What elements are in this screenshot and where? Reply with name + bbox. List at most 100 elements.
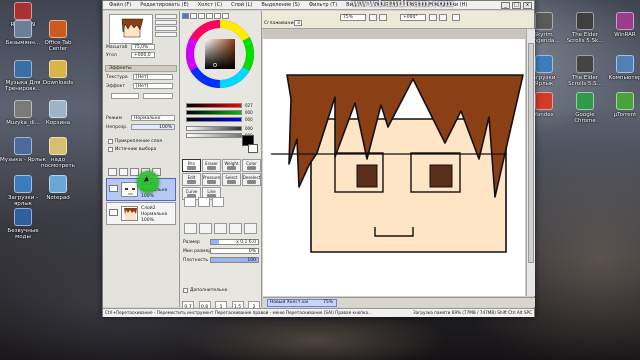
nav-reset-button[interactable] bbox=[155, 26, 177, 31]
canvas[interactable] bbox=[263, 39, 525, 296]
cursor-highlight bbox=[137, 171, 159, 193]
effect-strength-field[interactable] bbox=[143, 93, 173, 99]
tool-pen-button[interactable]: Pen bbox=[182, 159, 201, 172]
tool-deselect-button[interactable]: Deselect bbox=[242, 173, 261, 186]
menu-item[interactable]: Файл (F) bbox=[109, 2, 131, 8]
desktop-icon[interactable]: Google Chrome bbox=[565, 92, 605, 125]
app-icon bbox=[616, 92, 634, 110]
menu-item[interactable]: Фильтр (T) bbox=[309, 2, 337, 8]
flip-icon[interactable] bbox=[452, 14, 460, 21]
desktop-icon[interactable]: Корзина bbox=[35, 100, 81, 126]
selection-source-checkbox[interactable] bbox=[108, 147, 113, 152]
nav-zoom-out-button[interactable] bbox=[155, 20, 177, 25]
desktop-icon[interactable]: µTorrent bbox=[605, 92, 640, 118]
zoom-value[interactable]: 75,0% bbox=[131, 44, 155, 50]
effect-width-field[interactable] bbox=[111, 93, 139, 99]
desktop-icon[interactable]: Notepad bbox=[35, 175, 81, 201]
brush-shape-4[interactable] bbox=[229, 223, 242, 234]
desktop-icon[interactable]: надо посмотреть bbox=[35, 137, 81, 170]
nav-zoom-in-button[interactable] bbox=[155, 14, 177, 19]
selection-source-toggle[interactable]: Источник выбора bbox=[108, 147, 156, 152]
menu-item[interactable]: Слой (L) bbox=[231, 2, 252, 8]
tool-option-1[interactable] bbox=[184, 197, 196, 207]
navigator-preview[interactable] bbox=[109, 14, 153, 44]
stabilizer-label: Сглаживание bbox=[264, 21, 297, 26]
effect-select[interactable]: [Нет] bbox=[133, 83, 173, 89]
maximize-button[interactable]: □ bbox=[512, 2, 521, 9]
app-icon bbox=[535, 55, 553, 73]
menu-bar: Файл (F) Редактировать (E) Холст (C) Слой (… bbox=[103, 1, 534, 10]
tool-pressure-button[interactable]: Pressure bbox=[202, 173, 221, 186]
menu-item[interactable]: Холст (C) bbox=[198, 2, 222, 8]
opacity-slider[interactable]: 100% bbox=[131, 124, 175, 130]
brush-shape-1[interactable] bbox=[184, 223, 197, 234]
desktop-icon[interactable]: WinRAR bbox=[605, 12, 640, 38]
tool-color-button[interactable]: Color bbox=[242, 159, 261, 172]
saturation-slider[interactable] bbox=[186, 133, 242, 138]
close-button[interactable]: x bbox=[523, 2, 532, 9]
effect-label: Эффект bbox=[106, 84, 125, 89]
desktop-icon-label: Корзина bbox=[45, 120, 71, 126]
blend-mode-select[interactable]: Нормально bbox=[131, 115, 175, 121]
desktop-icon[interactable]: Компьютер bbox=[605, 55, 640, 81]
desktop-icon[interactable]: The Elder Scrolls 5.Sk... bbox=[565, 12, 605, 45]
brush-shape-3[interactable] bbox=[214, 223, 227, 234]
advanced-settings-toggle[interactable]: Дополнительно bbox=[183, 288, 227, 293]
scrollbar-thumb[interactable] bbox=[528, 43, 534, 263]
nav-fit-button[interactable] bbox=[155, 32, 177, 37]
brush-shape-5[interactable] bbox=[244, 223, 257, 234]
brush-shape-2[interactable] bbox=[199, 223, 212, 234]
clip-layer-toggle[interactable]: Прикрепление слоя bbox=[108, 139, 162, 144]
zoom-in-icon[interactable] bbox=[379, 14, 387, 21]
new-linework-layer-icon[interactable] bbox=[119, 168, 128, 176]
advanced-checkbox[interactable] bbox=[183, 288, 188, 293]
document-tab[interactable]: Новый Холст.sai 75% bbox=[267, 299, 337, 307]
menu-item[interactable]: Выделение (S) bbox=[261, 2, 299, 8]
clip-layer-checkbox[interactable] bbox=[108, 139, 113, 144]
blue-value: 000 bbox=[245, 117, 253, 122]
color-wheel[interactable] bbox=[185, 19, 255, 89]
desktop-icon[interactable]: Downloads bbox=[35, 60, 81, 86]
layer-row[interactable]: Слой2 Нормально 100% bbox=[106, 202, 176, 225]
layer-name: Слой2 bbox=[141, 206, 156, 211]
tool-option-3[interactable] bbox=[212, 197, 224, 207]
effects-header[interactable]: Эффекты bbox=[105, 65, 177, 72]
brush-size-slider[interactable]: x 0.1 6.0 bbox=[210, 239, 259, 245]
zoom-label: Масштаб bbox=[106, 45, 128, 50]
red-slider[interactable] bbox=[186, 103, 242, 108]
tool-edit-button[interactable]: Edit bbox=[182, 173, 201, 186]
tool-weight-button[interactable]: Weight bbox=[222, 159, 241, 172]
angle-value[interactable]: +000,0 bbox=[131, 52, 155, 58]
desktop-icon[interactable]: The Elder Scrolls 5.S... bbox=[565, 55, 605, 88]
document-name: Новый Холст.sai bbox=[270, 300, 309, 305]
texture-select[interactable]: [Нет] bbox=[133, 74, 173, 80]
tool-option-2[interactable] bbox=[198, 197, 210, 207]
vertical-scrollbar[interactable] bbox=[526, 29, 535, 296]
edit-icon bbox=[187, 180, 196, 184]
desktop-icon[interactable]: Безвучные моды bbox=[0, 208, 46, 241]
zoom-out-icon[interactable] bbox=[369, 14, 377, 21]
rotate-left-icon[interactable] bbox=[429, 14, 437, 21]
value-slider[interactable] bbox=[186, 126, 242, 131]
stabilizer-select[interactable]: 3 bbox=[294, 20, 302, 26]
tool-select-button[interactable]: Select bbox=[222, 173, 241, 186]
visibility-eye-icon[interactable] bbox=[109, 209, 118, 216]
app-icon bbox=[576, 55, 594, 73]
rotate-right-icon[interactable] bbox=[439, 14, 447, 21]
desktop-icon[interactable]: Office Tab Center bbox=[35, 20, 81, 53]
density-slider[interactable]: 100 bbox=[210, 257, 259, 263]
minimize-button[interactable]: _ bbox=[501, 2, 510, 9]
new-layer-icon[interactable] bbox=[108, 168, 117, 176]
canvas-area[interactable] bbox=[263, 29, 535, 296]
zoom-select[interactable]: 75% bbox=[340, 14, 366, 21]
background-color-swatch[interactable] bbox=[248, 144, 258, 153]
green-slider[interactable] bbox=[186, 110, 242, 115]
menu-item[interactable]: Редактировать (E) bbox=[140, 2, 189, 8]
min-size-slider[interactable]: 0% bbox=[210, 248, 259, 254]
blue-slider[interactable] bbox=[186, 117, 242, 122]
new-folder-icon[interactable] bbox=[130, 168, 139, 176]
visibility-eye-icon[interactable] bbox=[109, 185, 118, 192]
angle-select[interactable]: +000° bbox=[400, 14, 426, 21]
layer-thumbnail bbox=[121, 206, 138, 221]
tool-eraser-button[interactable]: Eraser bbox=[202, 159, 221, 172]
